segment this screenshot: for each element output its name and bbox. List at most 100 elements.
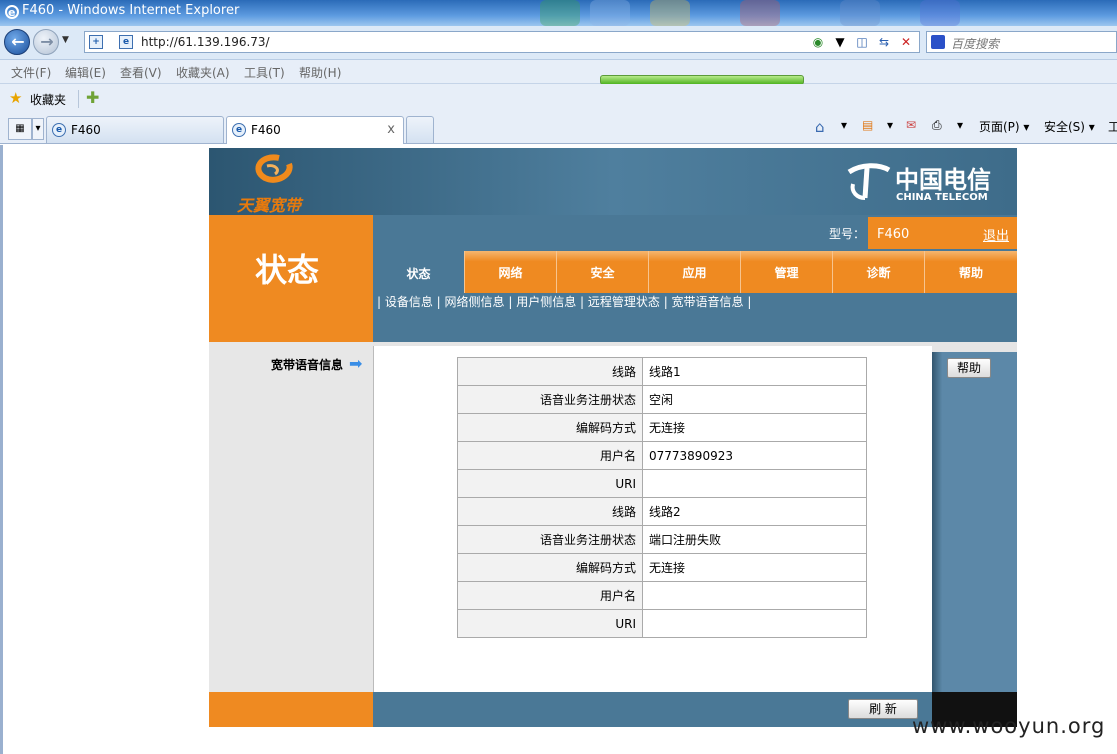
- row-label: 语音业务注册状态: [457, 385, 643, 414]
- refresh-button[interactable]: 刷 新: [848, 699, 918, 719]
- add-favorite-icon[interactable]: +: [89, 35, 103, 49]
- blurred-taskbar-icon: [540, 0, 580, 26]
- voip-info-table: 线路 线路1 语音业务注册状态 空闲 编解码方式 无连接 用户名 07773890923 URI…: [457, 357, 867, 638]
- history-dropdown-icon[interactable]: ▼: [62, 35, 69, 45]
- url-dropdown-icon[interactable]: ▼: [831, 34, 849, 50]
- menu-view[interactable]: 查看(V): [120, 64, 162, 81]
- row-value: 无连接: [642, 413, 867, 442]
- tab-management[interactable]: 管理: [741, 251, 833, 293]
- sub-nav-links[interactable]: | 设备信息 | 网络侧信息 | 用户侧信息 | 远程管理状态 | 宽带语音信息…: [377, 293, 751, 310]
- table-row: 语音业务注册状态 端口注册失败: [457, 525, 867, 554]
- menu-file[interactable]: 文件(F): [11, 64, 51, 81]
- table-row: 编解码方式 无连接: [457, 553, 867, 582]
- tab-help[interactable]: 帮助: [925, 251, 1017, 293]
- favorites-button[interactable]: 收藏夹: [30, 91, 66, 108]
- back-arrow-icon: ←: [11, 32, 25, 51]
- add-to-favorites-bar-icon[interactable]: ✚: [86, 88, 99, 107]
- address-bar[interactable]: + e http://61.139.196.73/ ◉ ▼ ◫ ⇆ ✕: [84, 31, 920, 53]
- tab-bar: ▦ ▾ e F460 e F460 x: [0, 114, 1117, 144]
- table-row: 用户名: [457, 581, 867, 610]
- logout-link[interactable]: 退出: [983, 225, 1009, 244]
- watermark: www.wooyun.org: [912, 714, 1106, 738]
- menu-edit[interactable]: 编辑(E): [65, 64, 106, 81]
- blurred-taskbar-icon: [840, 0, 880, 26]
- help-button[interactable]: 帮助: [947, 358, 991, 378]
- tab-application[interactable]: 应用: [649, 251, 741, 293]
- page-icon: e: [119, 35, 133, 49]
- blurred-taskbar-icon: [740, 0, 780, 26]
- row-value: 无连接: [642, 553, 867, 582]
- tab-status[interactable]: 状态: [373, 251, 465, 293]
- safety-menu-button[interactable]: 安全(S) ▾: [1044, 118, 1095, 135]
- print-dropdown-icon[interactable]: ▾: [957, 118, 963, 132]
- viewport-left-border: [0, 145, 3, 754]
- header-banner: 天翼宽带 中国电信 CHINA TELECOM: [209, 148, 1017, 215]
- page-menu-button[interactable]: 页面(P) ▾: [979, 118, 1029, 135]
- tab-security[interactable]: 安全: [557, 251, 649, 293]
- new-tab-button[interactable]: [406, 116, 434, 143]
- menu-bar: 文件(F) 编辑(E) 查看(V) 收藏夹(A) 工具(T) 帮助(H): [0, 60, 1117, 84]
- ie-page-icon: e: [232, 123, 246, 137]
- svg-text:e: e: [8, 6, 15, 19]
- menu-help[interactable]: 帮助(H): [299, 64, 341, 81]
- back-button[interactable]: ←: [4, 29, 30, 55]
- row-value: 线路2: [642, 497, 867, 526]
- row-label: URI: [457, 469, 643, 498]
- help-panel: [932, 352, 1017, 692]
- forward-button[interactable]: →: [33, 29, 59, 55]
- menu-favorites[interactable]: 收藏夹(A): [176, 64, 230, 81]
- tools-menu-button[interactable]: 工: [1108, 118, 1117, 135]
- operator-name-en: CHINA TELECOM: [896, 192, 988, 203]
- tab-network[interactable]: 网络: [465, 251, 557, 293]
- ie-logo-icon: e: [5, 5, 19, 19]
- address-toolbar: ← → ▼ + e http://61.139.196.73/ ◉ ▼ ◫ ⇆ …: [0, 26, 1117, 60]
- favorites-star-icon: ★: [9, 89, 23, 107]
- divider: [78, 90, 79, 108]
- home-icon[interactable]: ⌂: [815, 118, 825, 136]
- row-value: [642, 469, 867, 498]
- tab-label: F460: [71, 123, 101, 137]
- tab-list-dropdown-icon[interactable]: ▾: [32, 118, 44, 140]
- search-box[interactable]: 百度搜索: [926, 31, 1117, 53]
- tab-inactive[interactable]: e F460: [46, 116, 224, 143]
- compat-view-icon[interactable]: ◉: [809, 34, 827, 50]
- menu-tools[interactable]: 工具(T): [244, 64, 285, 81]
- favorites-bar: ★ 收藏夹 ✚: [0, 84, 1117, 114]
- blurred-taskbar-icon: [590, 0, 630, 26]
- search-input[interactable]: 百度搜索: [951, 35, 999, 52]
- home-dropdown-icon[interactable]: ▾: [841, 118, 847, 132]
- table-row: URI: [457, 469, 867, 498]
- sidebar: 宽带语音信息 ➡: [209, 342, 373, 692]
- operator-name-cn: 中国电信: [895, 165, 991, 194]
- table-row: 语音业务注册状态 空闲: [457, 385, 867, 414]
- tab-active[interactable]: e F460 x: [226, 116, 404, 144]
- url-text[interactable]: http://61.139.196.73/: [141, 35, 270, 49]
- brand-name: 天翼宽带: [237, 196, 302, 215]
- row-value: 空闲: [642, 385, 867, 414]
- row-value: [642, 609, 867, 638]
- print-icon[interactable]: ⎙: [932, 118, 942, 133]
- refresh-icon[interactable]: ⇆: [875, 34, 893, 50]
- tab-close-button[interactable]: x: [387, 122, 395, 137]
- row-label: 用户名: [457, 441, 643, 470]
- row-value: 07773890923: [642, 441, 867, 470]
- mail-icon[interactable]: ✉: [906, 118, 916, 132]
- table-row: 编解码方式 无连接: [457, 413, 867, 442]
- table-row: 用户名 07773890923: [457, 441, 867, 470]
- window-titlebar: e F460 - Windows Internet Explorer: [0, 0, 1117, 26]
- page-info-icon[interactable]: ◫: [853, 34, 871, 50]
- model-label: 型号：: [829, 227, 866, 241]
- quick-tabs-icon[interactable]: ▦: [8, 118, 32, 140]
- feeds-dropdown-icon[interactable]: ▾: [887, 118, 893, 132]
- row-value: [642, 581, 867, 610]
- window-title: F460 - Windows Internet Explorer: [22, 3, 240, 18]
- feeds-icon[interactable]: ▤: [862, 118, 873, 132]
- row-label: 语音业务注册状态: [457, 525, 643, 554]
- china-telecom-logo-icon: [847, 163, 891, 200]
- sidebar-item-voip-info[interactable]: 宽带语音信息: [271, 356, 343, 373]
- stop-icon[interactable]: ✕: [897, 34, 915, 50]
- tab-diagnostics[interactable]: 诊断: [833, 251, 925, 293]
- row-label: 线路: [457, 497, 643, 526]
- table-row: URI: [457, 609, 867, 638]
- main-tabs: 状态 网络 安全 应用 管理 诊断 帮助: [373, 251, 1017, 293]
